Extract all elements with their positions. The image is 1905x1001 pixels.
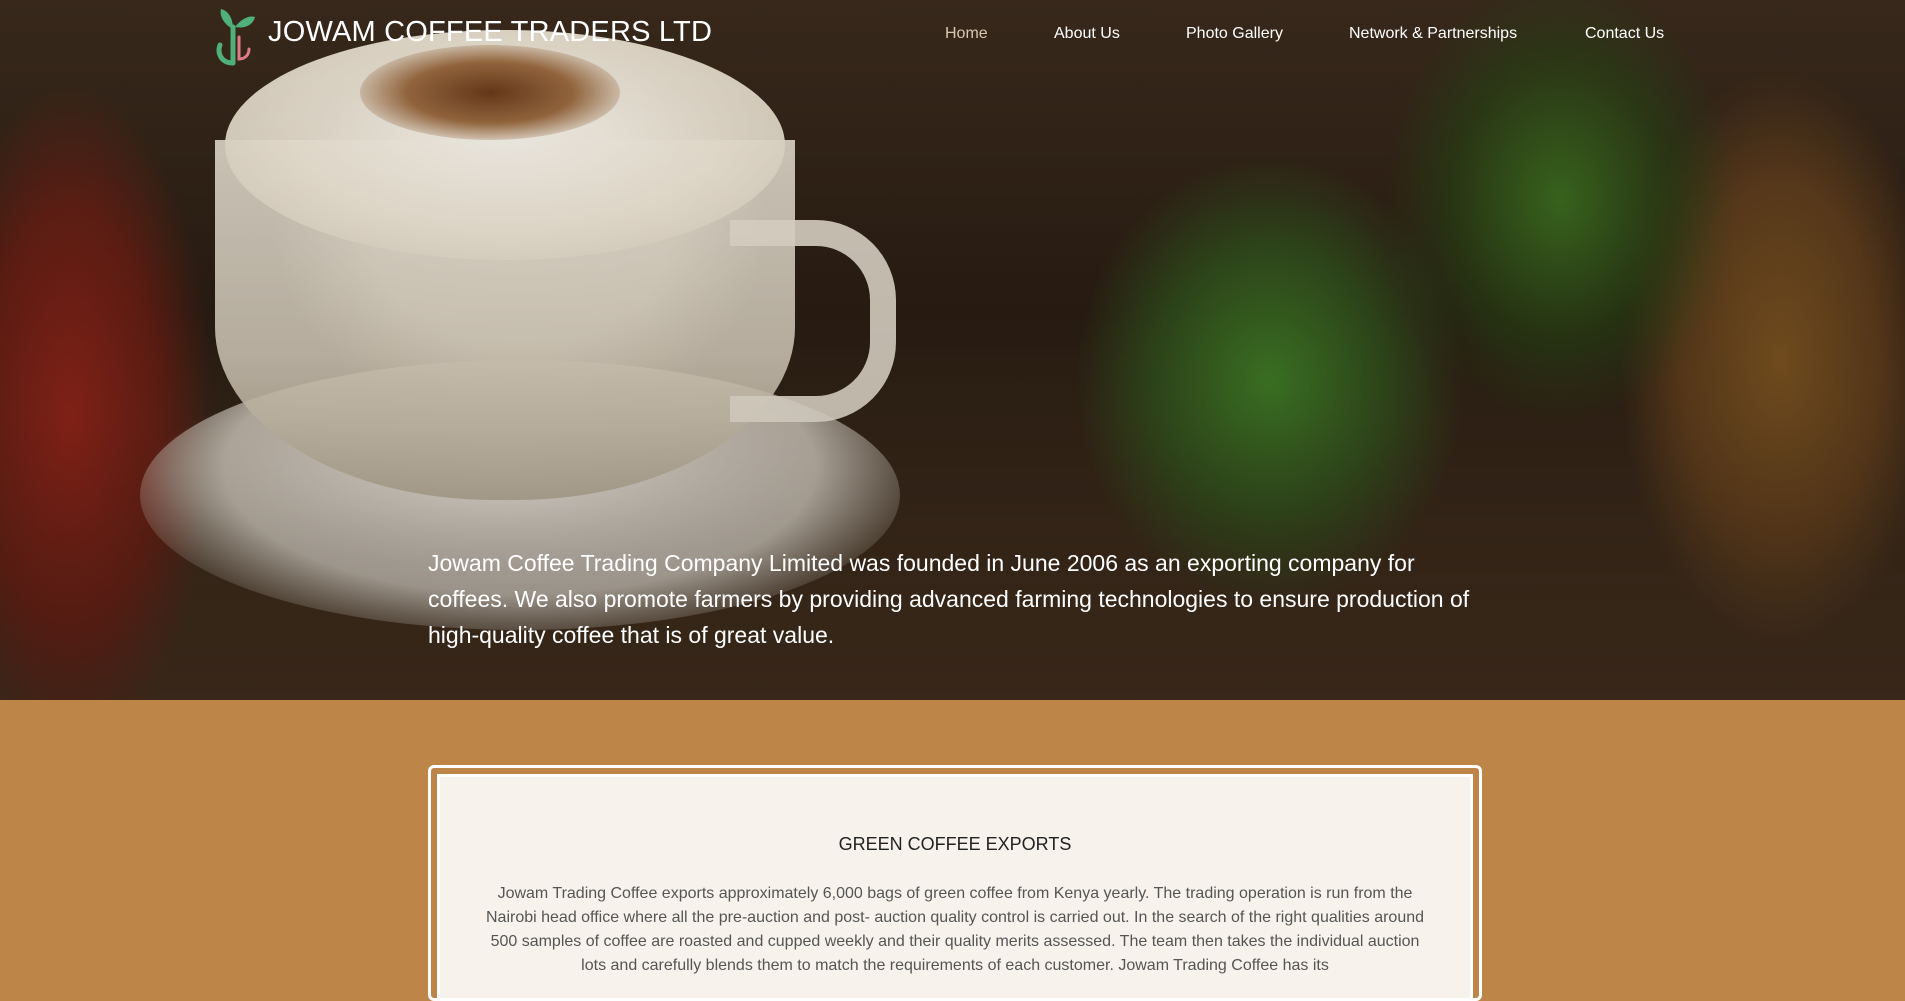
coffee-plant-logo-icon[interactable] <box>211 7 257 67</box>
card-inner-panel: GREEN COFFEE EXPORTS Jowam Trading Coffe… <box>437 774 1473 998</box>
brand-name[interactable]: JOWAM COFFEE TRADERS LTD <box>268 16 712 49</box>
hero-intro-text: Jowam Coffee Trading Company Limited was… <box>428 550 1470 648</box>
nav-home[interactable]: Home <box>945 25 988 43</box>
nav-network-partnerships[interactable]: Network & Partnerships <box>1349 25 1517 43</box>
section-title: GREEN COFFEE EXPORTS <box>838 834 1072 854</box>
nav-photo-gallery[interactable]: Photo Gallery <box>1186 25 1283 43</box>
section-body-text: Jowam Trading Coffee exports approximate… <box>485 885 1425 974</box>
green-coffee-exports-card: GREEN COFFEE EXPORTS Jowam Trading Coffe… <box>428 765 1482 1001</box>
nav-about-us[interactable]: About Us <box>1054 25 1120 43</box>
top-navbar: JOWAM COFFEE TRADERS LTD Home About Us P… <box>0 0 1905 72</box>
nav-contact-us[interactable]: Contact Us <box>1585 25 1664 43</box>
